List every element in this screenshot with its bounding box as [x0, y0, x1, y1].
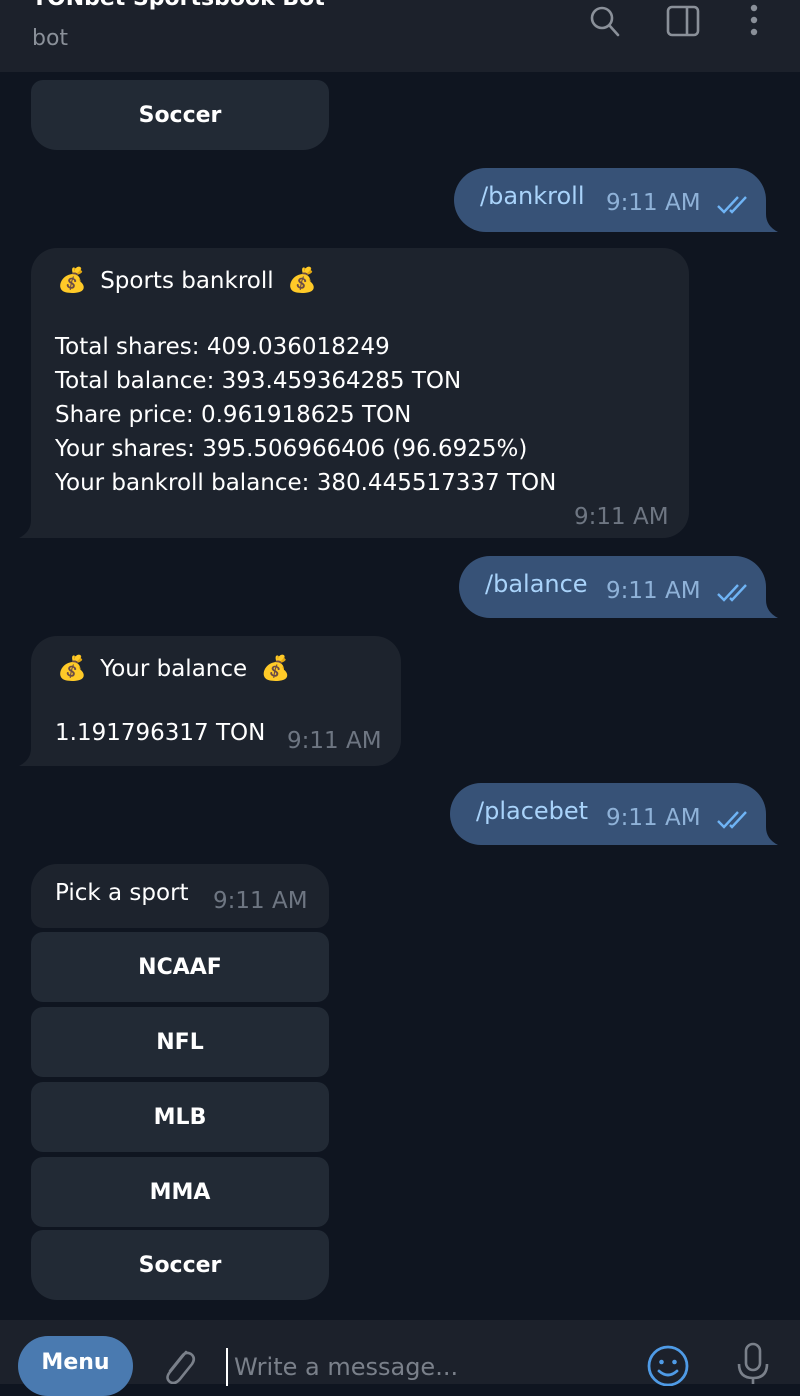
message-time: 9:11 AM [574, 504, 669, 530]
read-receipt-icon [717, 811, 747, 829]
money-bag-icon: 💰 [57, 654, 87, 682]
message-time: 9:11 AM [606, 578, 701, 604]
your-bankroll-balance: Your bankroll balance: 380.445517337 TON [55, 470, 557, 496]
money-bag-icon: 💰 [260, 654, 291, 682]
your-shares: Your shares: 395.506966406 (96.6925%) [55, 436, 528, 462]
incoming-message-balance: 💰 Your balance 💰 1.191796317 TON 9:11 AM [19, 636, 401, 766]
message-composer: Menu [0, 1320, 800, 1396]
incoming-message-bankroll: 💰 Sports bankroll 💰 Total shares: 409.03… [19, 248, 689, 538]
microphone-icon[interactable] [734, 1340, 774, 1384]
keyboard-button-mma[interactable]: MMA [31, 1157, 329, 1227]
read-receipt-icon [717, 196, 747, 214]
chat-header: TONbet Sportsbook Bot bot [0, 0, 800, 72]
search-icon[interactable] [585, 2, 625, 42]
keyboard-button-ncaaf[interactable]: NCAAF [31, 932, 329, 1002]
keyboard-button-nfl[interactable]: NFL [31, 1007, 329, 1077]
pick-sport-text: Pick a sport [55, 880, 189, 906]
menu-button[interactable]: Menu [18, 1336, 133, 1396]
balance-value: 1.191796317 TON [55, 720, 266, 746]
money-bag-icon: 💰 [57, 266, 87, 294]
bankroll-title: Sports bankroll [100, 268, 274, 294]
read-receipt-icon [717, 584, 747, 602]
chat-subtitle: bot [32, 26, 69, 51]
command-text[interactable]: /placebet [476, 797, 588, 825]
chat-title[interactable]: TONbet Sportsbook Bot [32, 0, 325, 11]
outgoing-message-bankroll: /bankroll 9:11 AM [454, 168, 778, 232]
share-price: Share price: 0.961918625 TON [55, 402, 412, 428]
message-time: 9:11 AM [606, 805, 701, 831]
balance-title: Your balance [100, 656, 248, 682]
sidebar-toggle-icon[interactable] [664, 2, 704, 42]
outgoing-message-balance: /balance 9:11 AM [459, 556, 778, 618]
keyboard-button-soccer-top[interactable]: Soccer [31, 80, 329, 150]
emoji-icon[interactable] [646, 1342, 690, 1387]
money-bag-icon: 💰 [286, 266, 317, 294]
command-text[interactable]: /balance [485, 570, 588, 598]
command-text[interactable]: /bankroll [480, 182, 585, 210]
balance-title-row: 💰 Your balance 💰 [57, 654, 290, 682]
message-time: 9:11 AM [287, 728, 382, 754]
message-time: 9:11 AM [213, 888, 308, 914]
message-list[interactable]: Soccer /bankroll 9:11 AM 💰 Sports bankro… [0, 2, 800, 1320]
total-balance: Total balance: 393.459364285 TON [55, 368, 462, 394]
message-input[interactable] [226, 1348, 636, 1386]
incoming-message-pick-sport: Pick a sport 9:11 AM [31, 864, 329, 928]
keyboard-button-soccer[interactable]: Soccer [31, 1230, 329, 1300]
message-time: 9:11 AM [606, 190, 701, 216]
total-shares: Total shares: 409.036018249 [55, 334, 390, 360]
outgoing-message-placebet: /placebet 9:11 AM [450, 783, 778, 845]
attach-icon[interactable] [156, 1342, 198, 1385]
more-vertical-icon[interactable] [736, 2, 776, 42]
keyboard-button-mlb[interactable]: MLB [31, 1082, 329, 1152]
bankroll-title-row: 💰 Sports bankroll 💰 [57, 266, 317, 294]
